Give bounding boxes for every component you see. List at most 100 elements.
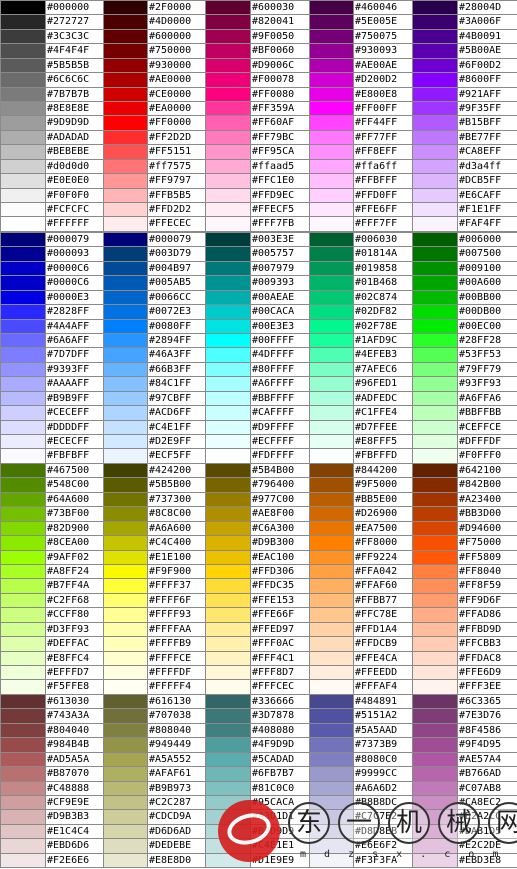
color-swatch [412,43,458,59]
color-swatch [412,376,458,392]
color-hex-label: #80FFFF [250,362,310,377]
color-swatch [309,636,354,652]
color-swatch [309,115,354,131]
color-swatch [205,72,251,88]
color-hex-label: #003D79 [147,246,206,262]
color-hex-label: #A8FF24 [45,564,104,579]
color-swatch [0,72,46,88]
color-hex-label: #808040 [147,723,206,738]
color-hex-label: #D26900 [353,506,413,522]
color-swatch [412,232,458,247]
color-swatch [0,43,46,59]
color-hex-label: #B7FF4A [45,578,104,594]
color-swatch [0,679,46,695]
color-swatch [0,144,46,160]
color-hex-label: #548C00 [45,477,104,493]
color-hex-label: #9AFF02 [45,550,104,565]
color-hex-label: #C07AB8 [457,781,517,796]
color-hex-label: #EFFFD7 [45,665,104,680]
color-swatch [103,144,148,160]
color-swatch [0,578,46,594]
color-swatch [0,173,46,189]
color-hex-label: #FF77FF [353,130,413,145]
color-hex-label: #ffa6ff [353,159,413,174]
color-hex-label: #921AFF [457,87,517,102]
color-hex-label: #F3F3FA [353,853,413,868]
color-hex-label: #d0d0d0 [45,159,104,174]
color-hex-label: #ECFFFF [250,434,310,449]
color-swatch [412,521,458,536]
color-hex-label: #84C1FF [147,376,206,392]
color-swatch [412,144,458,160]
color-swatch [412,809,458,825]
color-hex-label: #6F00D2 [457,58,517,73]
color-swatch [205,651,251,666]
color-swatch [103,593,148,608]
color-swatch [412,564,458,579]
color-hex-label: #FF0080 [250,87,310,102]
color-hex-label: #C2FF68 [45,593,104,608]
color-swatch [205,665,251,680]
color-swatch [0,766,46,782]
color-hex-label: #FBFFFD [353,448,413,464]
color-hex-label: #FFDC35 [250,578,310,594]
color-swatch [412,651,458,666]
color-swatch [205,376,251,392]
color-hex-label: #D9B3B3 [45,809,104,825]
color-hex-label: #FFFFF4 [147,679,206,695]
color-hex-label: #9F5000 [353,477,413,493]
color-hex-label: #DFFFDF [457,434,517,449]
color-hex-label: #1AFD9C [353,333,413,348]
color-swatch [412,101,458,116]
color-swatch [309,593,354,608]
color-swatch [309,144,354,160]
color-hex-label: #D8D8EB [353,824,413,839]
color-swatch [205,853,251,868]
color-swatch [412,246,458,262]
color-swatch [205,173,251,189]
color-swatch [103,636,148,652]
color-swatch [412,607,458,623]
color-swatch [412,636,458,652]
color-hex-label: #AE0000 [147,72,206,88]
color-hex-label: #FF2D2D [147,130,206,145]
color-swatch [0,463,46,478]
color-swatch [205,275,251,291]
color-hex-label: #FFF7FF [353,216,413,232]
color-swatch [0,434,46,449]
color-hex-label: #C7C7E2 [353,809,413,825]
color-hex-label: #007979 [250,261,310,276]
color-swatch [103,101,148,116]
color-swatch [103,578,148,594]
color-swatch [0,275,46,291]
color-hex-label: #D2A2CC [457,809,517,825]
color-swatch [103,809,148,825]
color-hex-label: #600030 [250,0,310,15]
color-hex-label: #FFAD86 [457,607,517,623]
color-swatch [0,101,46,116]
color-swatch [309,506,354,522]
color-hex-label: #CA8EFF [457,144,517,160]
color-hex-label: #ADADAD [45,130,104,145]
color-hex-label: #FFE6FF [353,202,413,217]
color-hex-label: #02DF82 [353,304,413,320]
color-swatch [412,665,458,680]
color-swatch [103,795,148,810]
color-swatch [0,420,46,435]
color-hex-label: #4B0091 [457,29,517,44]
color-hex-label: #408080 [250,723,310,738]
color-hex-label: #FF5151 [147,144,206,160]
color-hex-label: #FFAF60 [353,578,413,594]
color-hex-label: #D3FF93 [45,622,104,637]
color-hex-label: #95CACA [250,795,310,810]
color-hex-label: #5151A2 [353,708,413,724]
color-hex-label: #B766AD [457,766,517,782]
color-swatch [309,405,354,421]
color-swatch [0,188,46,203]
color-swatch [412,362,458,377]
color-swatch [0,521,46,536]
color-hex-label: #FFDAC8 [457,651,517,666]
color-swatch [103,347,148,363]
color-hex-label: #8F4586 [457,723,517,738]
color-hex-label: #006000 [457,232,517,247]
